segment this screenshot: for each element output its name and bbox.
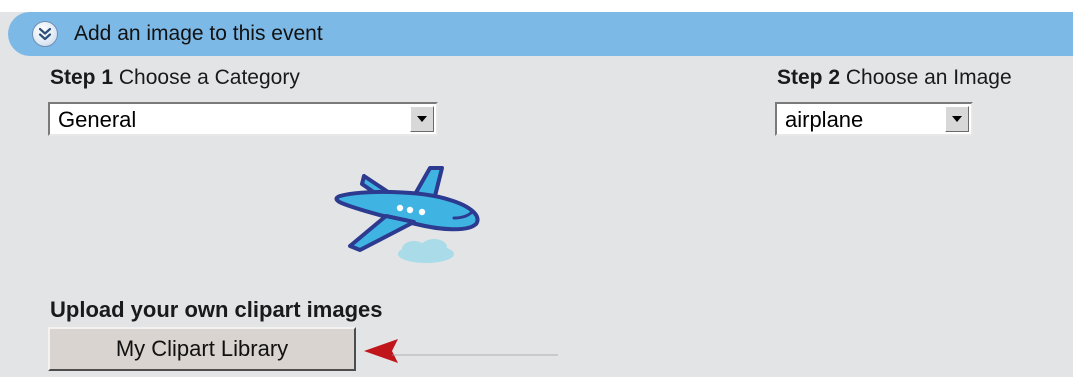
airplane-clipart-icon <box>330 160 490 275</box>
step1-number: Step 1 <box>50 66 114 89</box>
step2-number: Step 2 <box>777 66 841 89</box>
double-chevron-down-icon[interactable] <box>32 21 58 47</box>
image-select-value: airplane <box>785 107 864 132</box>
event-image-panel: Add an image to this event Step 1 Choose… <box>0 0 1073 377</box>
category-dropdown-button[interactable] <box>410 106 434 132</box>
upload-heading: Upload your own clipart images <box>50 297 383 322</box>
category-select-value: General <box>58 107 137 132</box>
section-title: Add an image to this event <box>74 22 323 45</box>
section-header[interactable]: Add an image to this event <box>8 12 1073 56</box>
category-select[interactable]: General <box>48 102 438 136</box>
step1-label: Step 1 Choose a Category <box>50 66 300 90</box>
step2-text: Choose an Image <box>845 66 1012 89</box>
red-arrow-icon <box>362 336 562 371</box>
chevron-down-icon <box>952 116 962 122</box>
step1-text: Choose a Category <box>118 66 300 89</box>
my-clipart-library-button[interactable]: My Clipart Library <box>48 327 356 371</box>
step2-label: Step 2 Choose an Image <box>777 66 1012 90</box>
image-dropdown-button[interactable] <box>945 106 969 132</box>
top-strip <box>0 0 1073 12</box>
image-select[interactable]: airplane <box>775 102 973 136</box>
chevron-down-icon <box>417 116 427 122</box>
